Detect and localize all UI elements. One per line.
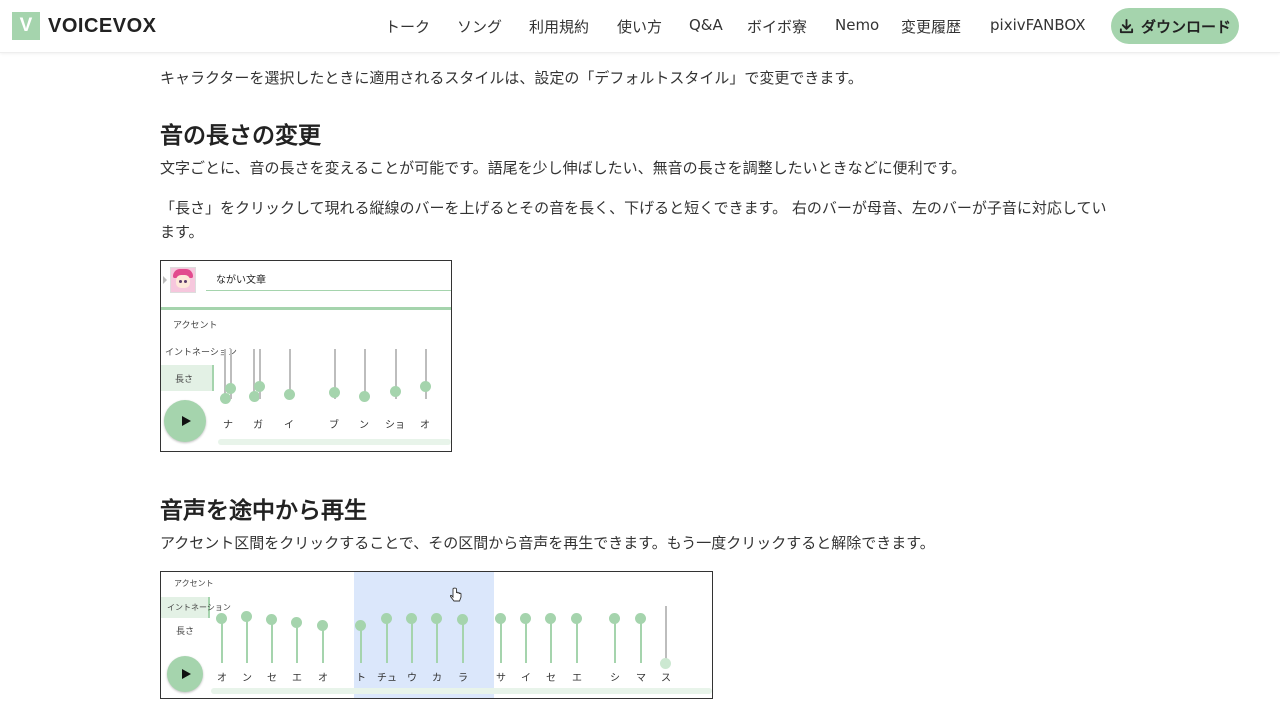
- slider-knob: [329, 387, 340, 398]
- nav-terms[interactable]: 利用規約: [529, 16, 589, 37]
- mora-label: エ: [572, 673, 582, 684]
- nav-qa[interactable]: Q&A: [689, 16, 723, 34]
- horizontal-scrollbar: [218, 439, 451, 445]
- section-title-partial-play: 音声を途中から再生: [160, 498, 367, 524]
- mora-label: ショ: [385, 420, 405, 431]
- slider-knob: [359, 391, 370, 402]
- download-label: ダウンロード: [1140, 17, 1231, 36]
- mora-label: ウ: [407, 673, 417, 684]
- main-nav: トーク ソング 利用規約 使い方 Q&A ボイボ寮 Nemo 変更履歴 pixi…: [0, 0, 1280, 52]
- partial-play-paragraph: アクセント区間をクリックすることで、その区間から音声を再生できます。もう一度クリ…: [160, 534, 935, 552]
- mora-label: セ: [546, 673, 556, 684]
- tab-accent: アクセント: [174, 579, 214, 588]
- mora-label: ト: [356, 673, 366, 684]
- slider-knob: [254, 381, 265, 392]
- slider-knob: [390, 386, 401, 397]
- slider-knob: [420, 381, 431, 392]
- nav-fanbox[interactable]: pixivFANBOX: [990, 16, 1086, 34]
- mora-label: ン: [242, 673, 252, 684]
- play-button: [167, 656, 203, 692]
- divider-bar: [161, 307, 451, 310]
- nav-dorm[interactable]: ボイボ寮: [747, 16, 807, 37]
- expand-arrow-icon: [163, 276, 167, 284]
- sentence-text: ながい文章: [216, 275, 266, 286]
- tab-accent: アクセント: [173, 321, 218, 331]
- site-header: V VOICEVOX トーク ソング 利用規約 使い方 Q&A ボイボ寮 Nem…: [0, 0, 1280, 53]
- nav-song[interactable]: ソング: [457, 16, 502, 37]
- intro-paragraph: キャラクターを選択したときに適用されるスタイルは、設定の「デフォルトスタイル」で…: [160, 69, 863, 87]
- tab-intonation: イントネーション: [167, 603, 231, 612]
- tab-length: 長さ: [175, 375, 194, 385]
- mora-label: セ: [267, 673, 277, 684]
- mora-label: オ: [420, 420, 430, 431]
- mora-label: シ: [610, 673, 620, 684]
- mora-label: ラ: [458, 673, 468, 684]
- play-icon: [182, 416, 191, 426]
- hand-cursor-icon: [450, 587, 462, 602]
- tab-intonation: イントネーション: [165, 348, 237, 358]
- play-button: [164, 400, 206, 442]
- tab-length: 長さ: [176, 627, 195, 637]
- mora-label: ブ: [329, 420, 339, 431]
- mora-label: エ: [292, 673, 302, 684]
- length-paragraph-1: 文字ごとに、音の長さを変えることが可能です。語尾を少し伸ばしたい、無音の長さを調…: [160, 159, 967, 177]
- mora-label: ナ: [223, 420, 233, 431]
- mora-label: カ: [432, 673, 442, 684]
- mora-label: イ: [284, 420, 294, 431]
- selected-accent-phrase: [354, 572, 494, 698]
- nav-howto[interactable]: 使い方: [617, 16, 662, 37]
- download-button[interactable]: ダウンロード: [1111, 8, 1239, 44]
- horizontal-scrollbar: [211, 688, 712, 694]
- nav-talk[interactable]: トーク: [385, 16, 430, 37]
- length-paragraph-2: 「長さ」をクリックして現れる縦線のバーを上げるとその音を長く、下げると短くできま…: [160, 199, 1107, 241]
- mora-label: ン: [359, 420, 369, 431]
- mora-label: チュ: [377, 673, 397, 684]
- character-avatar: [170, 267, 196, 293]
- nav-changelog[interactable]: 変更履歴: [901, 16, 961, 37]
- slider-knob: [284, 389, 295, 400]
- slider-knob: [225, 383, 236, 394]
- section-title-length: 音の長さの変更: [160, 123, 321, 149]
- download-icon: [1119, 18, 1134, 33]
- length-editor-screenshot: ながい文章 アクセント イントネーション 長さ ナ ガ イ ブ ン ショ オ: [160, 260, 452, 452]
- mora-label: イ: [521, 673, 531, 684]
- play-icon: [182, 669, 191, 679]
- mora-label: ス: [661, 673, 671, 684]
- partial-play-screenshot: アクセント イントネーション 長さ オ ン セ エ オ ト チュ ウ カ ラ サ…: [160, 571, 713, 699]
- text-underline: [206, 290, 451, 291]
- mora-label: マ: [636, 673, 646, 684]
- mora-label: ガ: [253, 420, 263, 431]
- mora-label: オ: [318, 673, 328, 684]
- nav-nemo[interactable]: Nemo: [835, 16, 879, 34]
- mora-label: サ: [496, 673, 506, 684]
- mora-label: オ: [217, 673, 227, 684]
